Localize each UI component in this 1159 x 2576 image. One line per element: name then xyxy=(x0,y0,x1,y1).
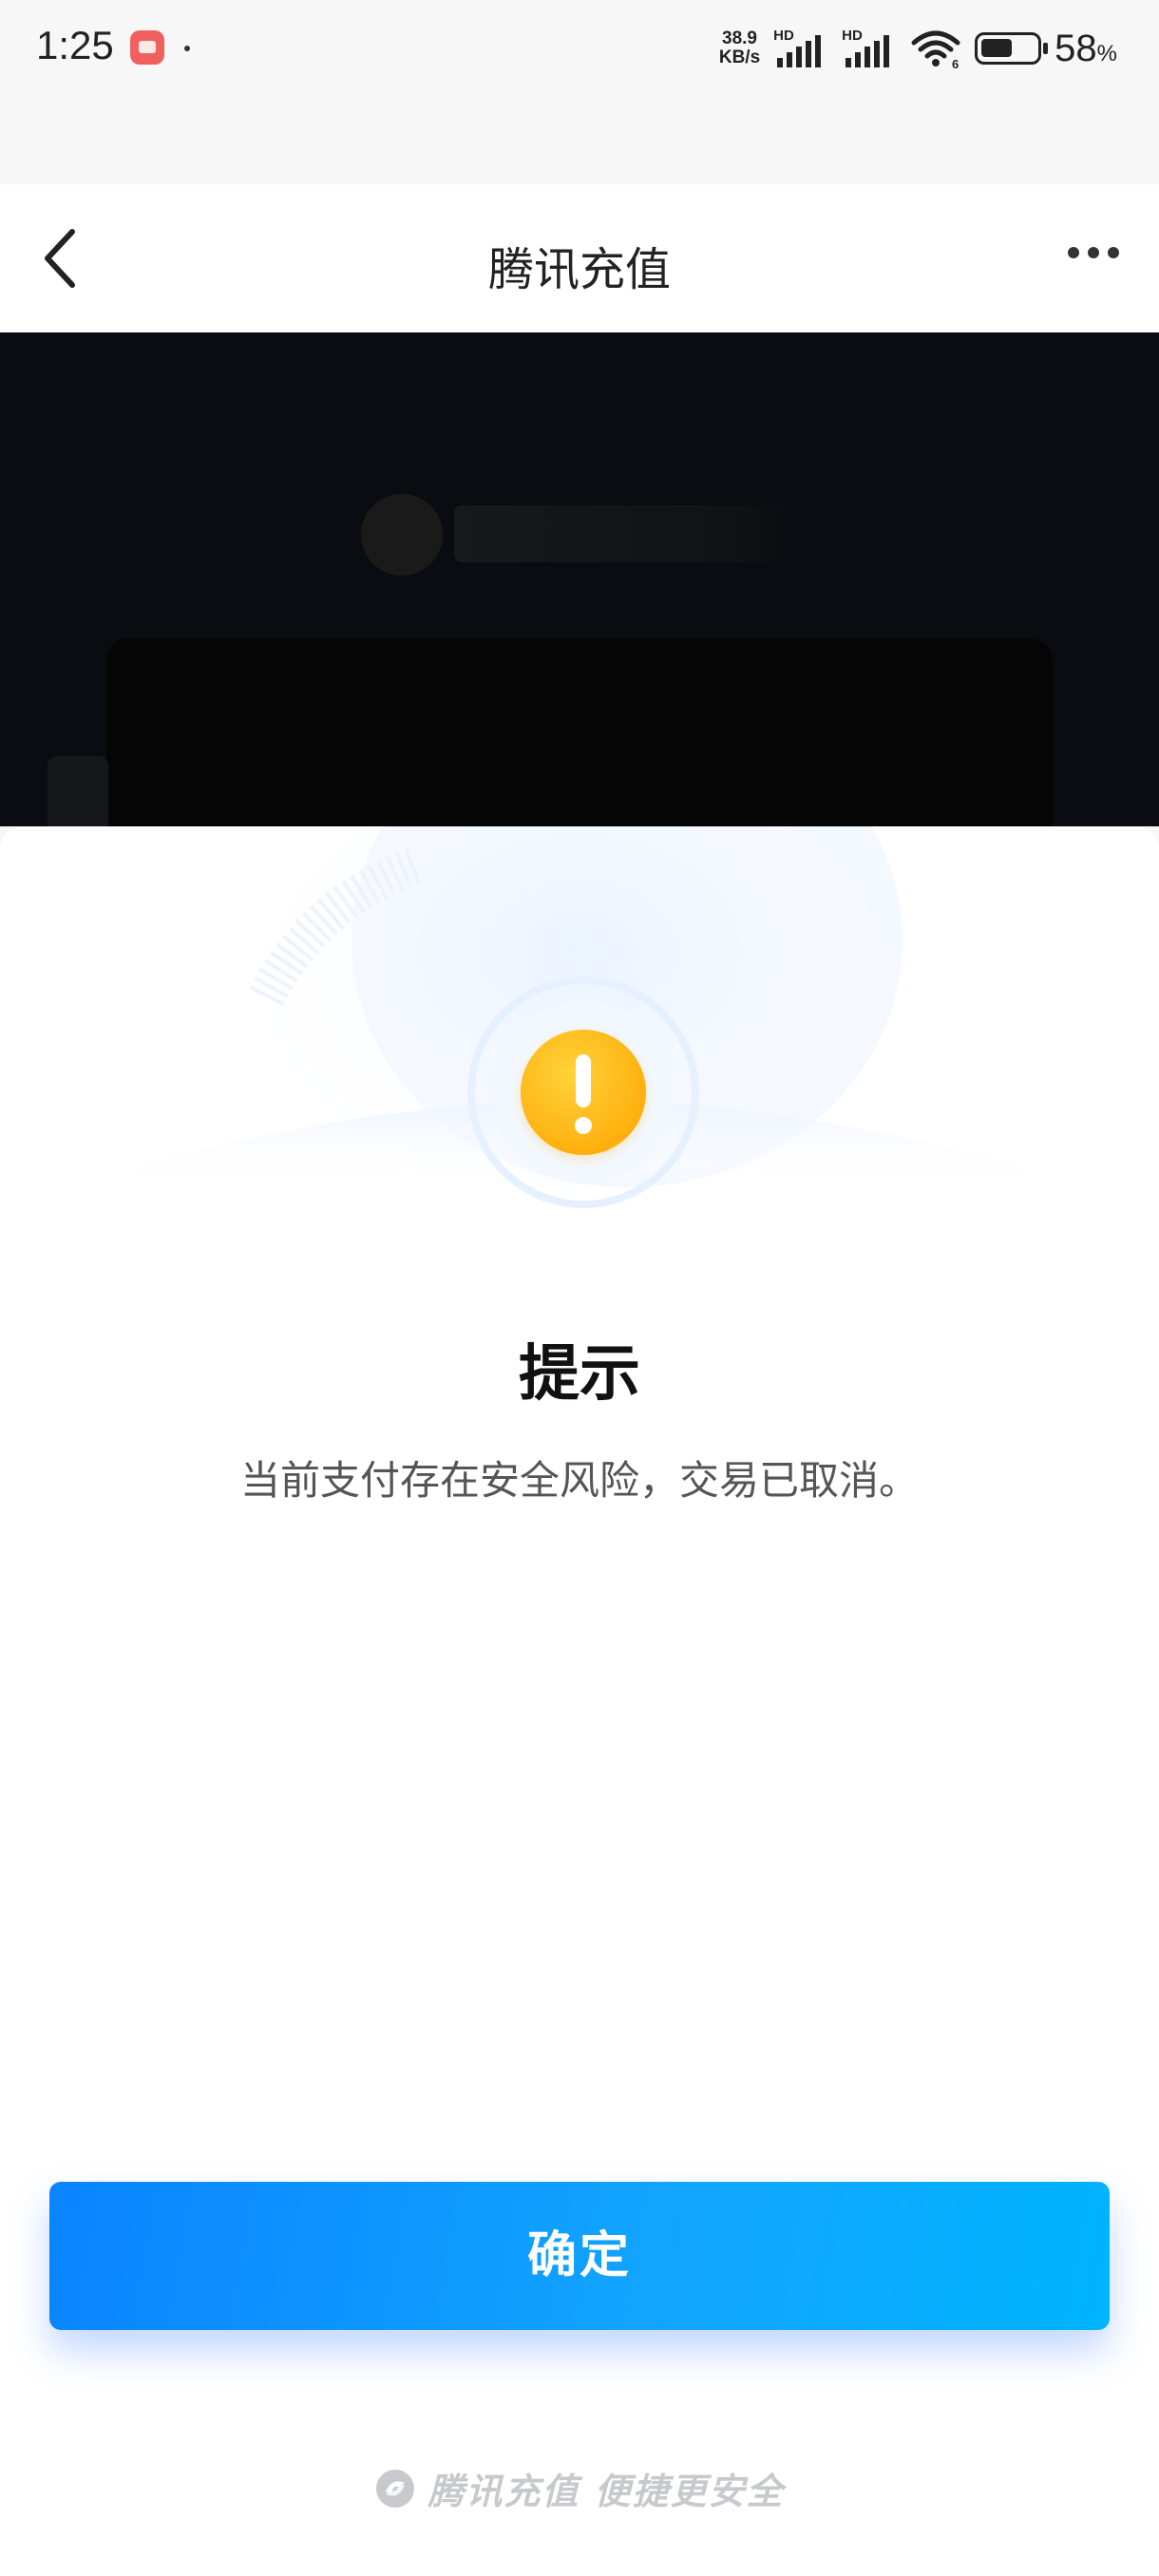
status-time: 1:25 xyxy=(36,23,114,67)
more-options-icon[interactable] xyxy=(1068,247,1119,258)
status-indicators: 38.9 KB/s HD HD 6 58% xyxy=(719,25,1117,72)
footer-brand-text: 腾讯充值 便捷更安全 xyxy=(428,2471,785,2512)
cell-signal-1-icon: HD xyxy=(773,28,828,69)
confirm-button-label: 确定 xyxy=(526,2228,632,2283)
battery-percent: 58% xyxy=(1054,27,1117,69)
background-card xyxy=(106,638,1053,826)
confirm-button[interactable]: 确定 xyxy=(49,2182,1110,2330)
background-heading xyxy=(454,505,796,562)
status-bar: 1:25 38.9 KB/s HD HD 6 58% xyxy=(0,0,1159,104)
network-speed-unit: KB/s xyxy=(718,47,761,67)
notification-app-icon xyxy=(130,30,164,65)
dimmed-background-page xyxy=(0,332,1159,826)
footer-brand: 腾讯充值 便捷更安全 xyxy=(0,2462,1159,2514)
background-tile xyxy=(48,756,108,826)
battery-fill xyxy=(981,39,1013,57)
cell-signal-2-icon: HD xyxy=(842,28,897,69)
notification-more-dot xyxy=(184,46,190,51)
battery-icon xyxy=(975,32,1049,65)
tenpay-logo-icon xyxy=(376,2469,415,2508)
warning-icon xyxy=(521,1030,646,1155)
background-logo xyxy=(361,494,443,576)
nav-bar: 腾讯充值 xyxy=(0,184,1159,332)
alert-sheet: 提示 当前支付存在安全风险，交易已取消。 确定 腾讯充值 便捷更安全 xyxy=(0,826,1159,2576)
wifi-badge: 6 xyxy=(952,57,959,69)
dialog-message: 当前支付存在安全风险，交易已取消。 xyxy=(239,1457,919,1504)
dialog-title: 提示 xyxy=(519,1339,640,1410)
wifi-icon: 6 xyxy=(911,30,960,69)
page-title: 腾讯充值 xyxy=(487,243,671,296)
network-speed: 38.9 KB/s xyxy=(719,29,760,67)
network-speed-value: 38.9 xyxy=(722,28,757,48)
